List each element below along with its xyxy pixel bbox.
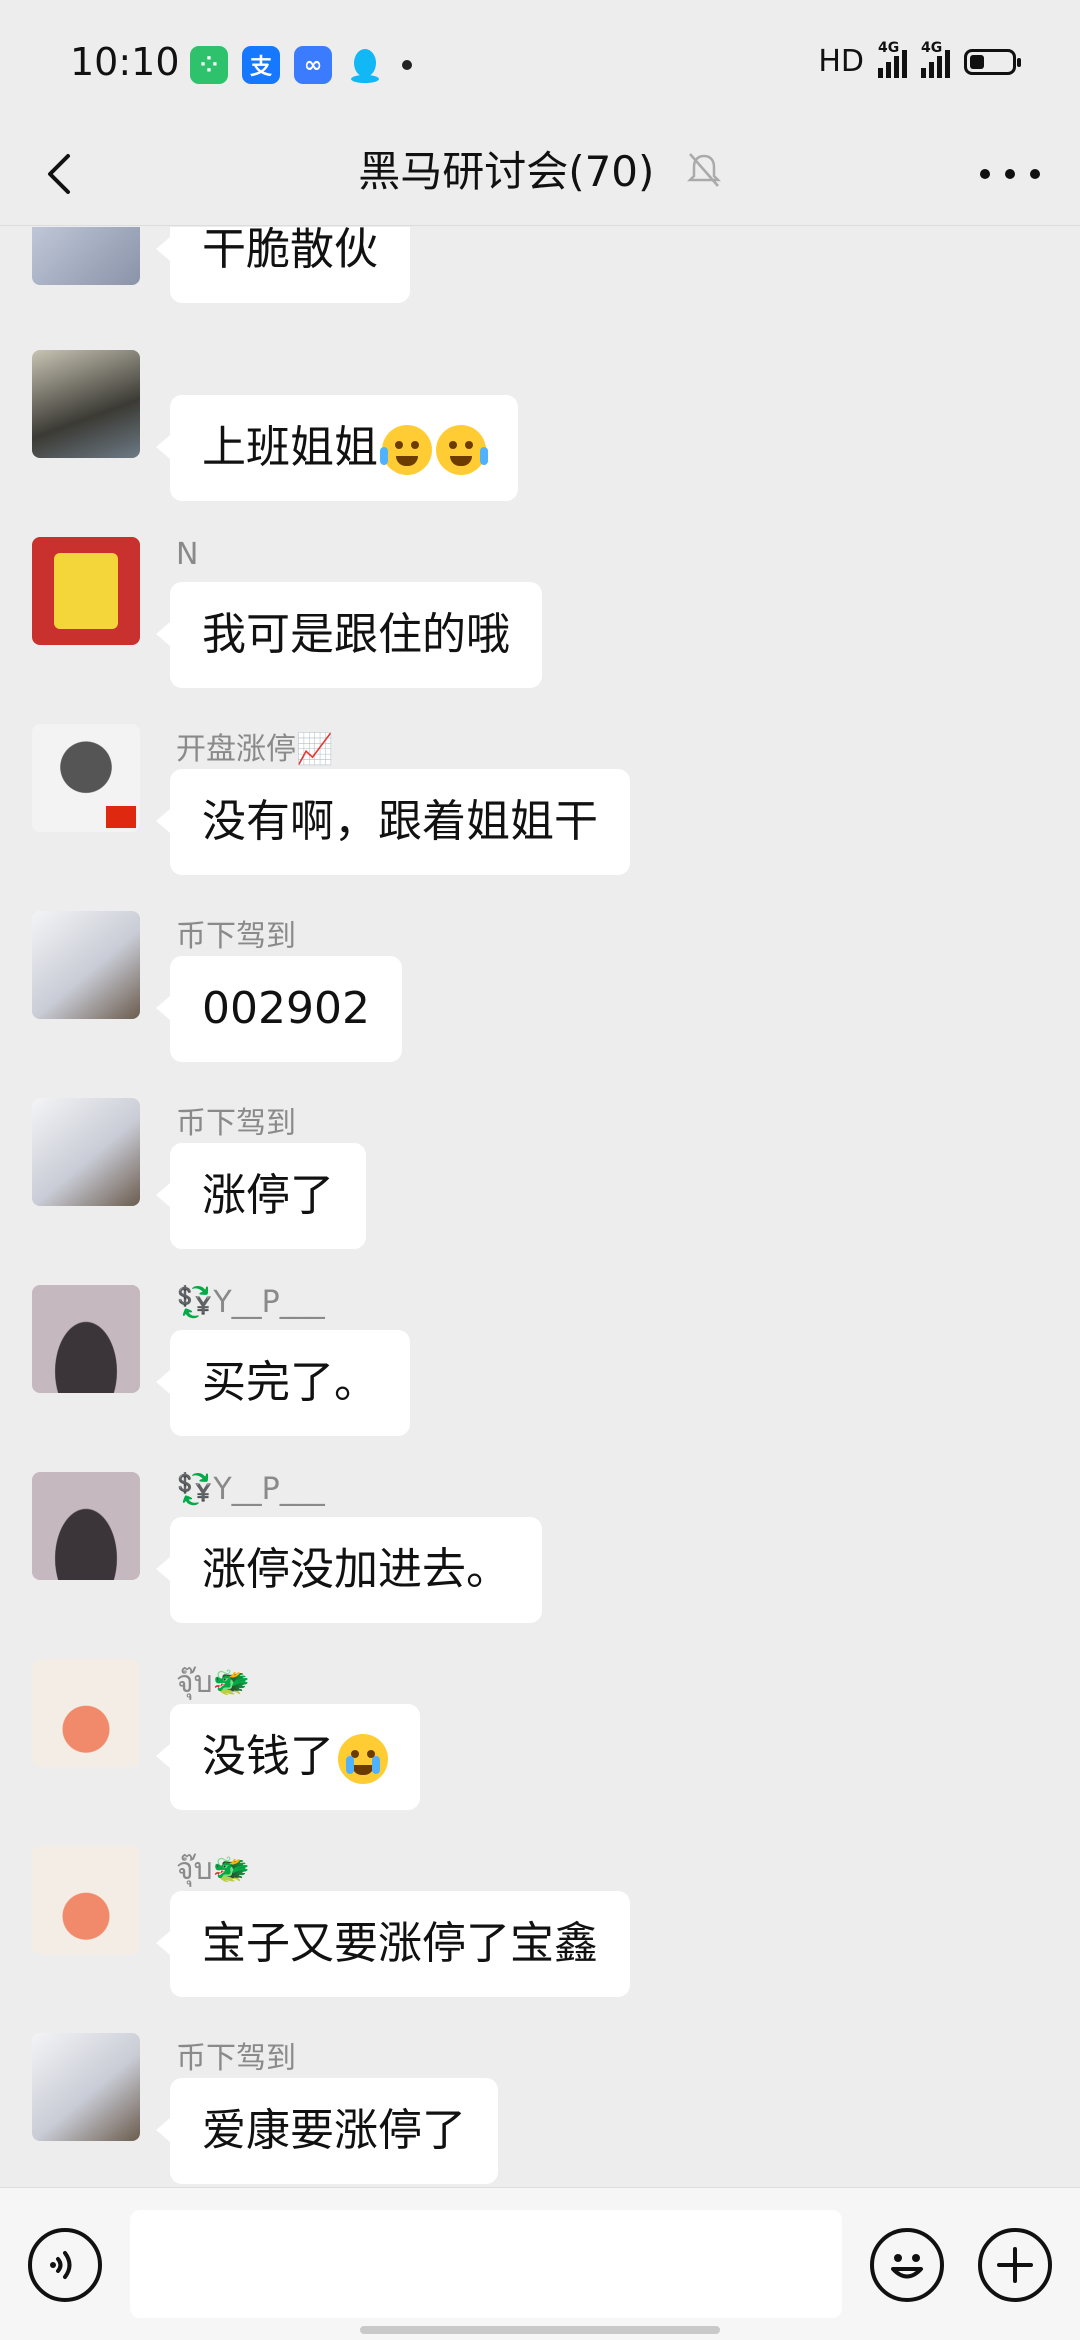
- smiley-icon: [891, 2254, 923, 2279]
- status-time: 10:10: [70, 40, 180, 84]
- crying-emoji: [338, 1734, 388, 1784]
- avatar[interactable]: [32, 911, 140, 1019]
- voice-icon: [50, 2251, 72, 2279]
- more-options-button[interactable]: [980, 162, 1040, 186]
- sender-name: 币下驾到: [176, 1106, 296, 1141]
- message-list[interactable]: 干脆散伙 上班姐姐 N 我可是跟住的哦 开盘涨停📈 没有啊，跟着姐姐干 币下驾到…: [0, 227, 1080, 2187]
- alipay-icon: 支: [242, 46, 280, 84]
- dot-icon: [1030, 169, 1040, 179]
- mute-bell-icon: [686, 150, 722, 200]
- message-bubble[interactable]: 干脆散伙: [156, 227, 410, 303]
- input-bar: [0, 2187, 1080, 2340]
- group-name: 黑马研讨会(70): [358, 147, 655, 196]
- message-bubble[interactable]: 没钱了: [156, 1704, 420, 1810]
- avatar[interactable]: [32, 1659, 140, 1767]
- sender-name: จุ๊บ🐲: [176, 1852, 250, 1887]
- qq-icon: [346, 46, 384, 84]
- message-bubble[interactable]: 没有啊，跟着姐姐干: [156, 769, 630, 875]
- sender-name: 币下驾到: [176, 2041, 296, 2076]
- message-bubble[interactable]: 002902: [156, 956, 402, 1062]
- signal-icon-2: 4G: [921, 40, 950, 78]
- emoji-button[interactable]: [870, 2228, 944, 2302]
- chat-header: 黑马研讨会(70): [0, 130, 1080, 226]
- message-bubble[interactable]: 宝子又要涨停了宝鑫: [156, 1891, 630, 1997]
- flag-icon: [106, 806, 136, 828]
- laugh-cry-emoji: [436, 425, 488, 475]
- battery-icon: [964, 48, 1021, 75]
- avatar[interactable]: [32, 537, 140, 645]
- status-bar: 10:10 ⁘ 支 ∞ HD 4G 4G: [0, 0, 1080, 130]
- hd-indicator: HD: [818, 44, 864, 79]
- more-functions-button[interactable]: [978, 2228, 1052, 2302]
- sender-name: 开盘涨停📈: [176, 732, 334, 767]
- plus-icon: [997, 2247, 1033, 2283]
- avatar[interactable]: [32, 1098, 140, 1206]
- message-bubble[interactable]: 爱康要涨停了: [156, 2078, 498, 2184]
- dot-icon: [1005, 169, 1015, 179]
- avatar[interactable]: [32, 1846, 140, 1954]
- message-bubble[interactable]: 涨停没加进去。: [156, 1517, 542, 1623]
- voice-button[interactable]: [28, 2228, 102, 2302]
- avatar[interactable]: [32, 724, 140, 832]
- sender-name: 💱Y__P___: [176, 1472, 325, 1507]
- sender-name: 币下驾到: [176, 919, 296, 954]
- avatar[interactable]: [32, 227, 140, 285]
- chat-title: 黑马研讨会(70): [0, 138, 1080, 200]
- laugh-cry-emoji: [380, 425, 432, 475]
- dot-icon: [980, 169, 990, 179]
- message-bubble[interactable]: 上班姐姐: [156, 395, 518, 501]
- avatar[interactable]: [32, 350, 140, 458]
- wechat-mini-icon: ⁘: [190, 46, 228, 84]
- signal-icon: 4G: [878, 40, 907, 78]
- sender-name: 💱Y__P___: [176, 1285, 325, 1320]
- message-bubble[interactable]: 涨停了: [156, 1143, 366, 1249]
- home-indicator[interactable]: [360, 2326, 720, 2334]
- avatar[interactable]: [32, 1472, 140, 1580]
- avatar[interactable]: [32, 1285, 140, 1393]
- status-right: HD 4G 4G: [818, 40, 1021, 79]
- notification-icons: ⁘ 支 ∞: [190, 46, 412, 84]
- message-bubble[interactable]: 我可是跟住的哦: [156, 582, 542, 688]
- more-notifications-dot: [402, 60, 412, 70]
- sender-name: N: [176, 537, 199, 572]
- avatar[interactable]: [32, 2033, 140, 2141]
- message-bubble[interactable]: 买完了。: [156, 1330, 410, 1436]
- message-input[interactable]: [130, 2210, 842, 2318]
- sender-name: จุ๊บ🐲: [176, 1665, 250, 1700]
- infinity-app-icon: ∞: [294, 46, 332, 84]
- spongebob-icon: [54, 553, 118, 629]
